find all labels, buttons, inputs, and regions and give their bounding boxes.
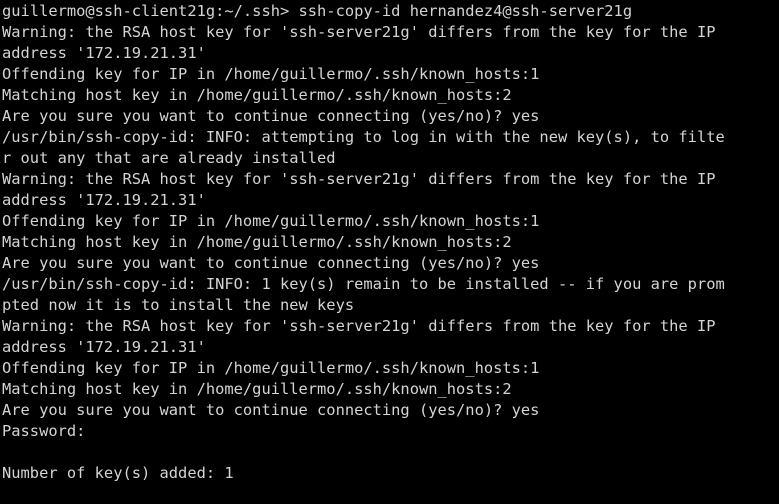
output-line: pted now it is to install the new keys <box>2 296 355 314</box>
output-line: Matching host key in /home/guillermo/.ss… <box>2 86 512 104</box>
output-line: address '172.19.21.31' <box>2 44 206 62</box>
output-line: address '172.19.21.31' <box>2 338 206 356</box>
output-line: Are you sure you want to continue connec… <box>2 401 540 419</box>
output-line: Are you sure you want to continue connec… <box>2 107 540 125</box>
output-line: Warning: the RSA host key for 'ssh-serve… <box>2 23 716 41</box>
output-line: Warning: the RSA host key for 'ssh-serve… <box>2 317 716 335</box>
output-line: Number of key(s) added: 1 <box>2 464 234 482</box>
output-line: Are you sure you want to continue connec… <box>2 254 540 272</box>
prompt-line: guillermo@ssh-client21g:~/.ssh> ssh-copy… <box>2 2 633 20</box>
output-line: Offending key for IP in /home/guillermo/… <box>2 65 540 83</box>
output-line: Matching host key in /home/guillermo/.ss… <box>2 233 512 251</box>
output-line: /usr/bin/ssh-copy-id: INFO: 1 key(s) rem… <box>2 275 725 293</box>
password-prompt-line[interactable]: Password: <box>2 421 779 442</box>
output-line: Offending key for IP in /home/guillermo/… <box>2 212 540 230</box>
output-line: Offending key for IP in /home/guillermo/… <box>2 359 540 377</box>
output-line: Warning: the RSA host key for 'ssh-serve… <box>2 170 716 188</box>
output-line: address '172.19.21.31' <box>2 191 206 209</box>
output-line: Matching host key in /home/guillermo/.ss… <box>2 380 512 398</box>
output-line: /usr/bin/ssh-copy-id: INFO: attempting t… <box>2 128 725 146</box>
terminal-window[interactable]: guillermo@ssh-client21g:~/.ssh> ssh-copy… <box>0 0 779 504</box>
output-line: r out any that are already installed <box>2 149 336 167</box>
